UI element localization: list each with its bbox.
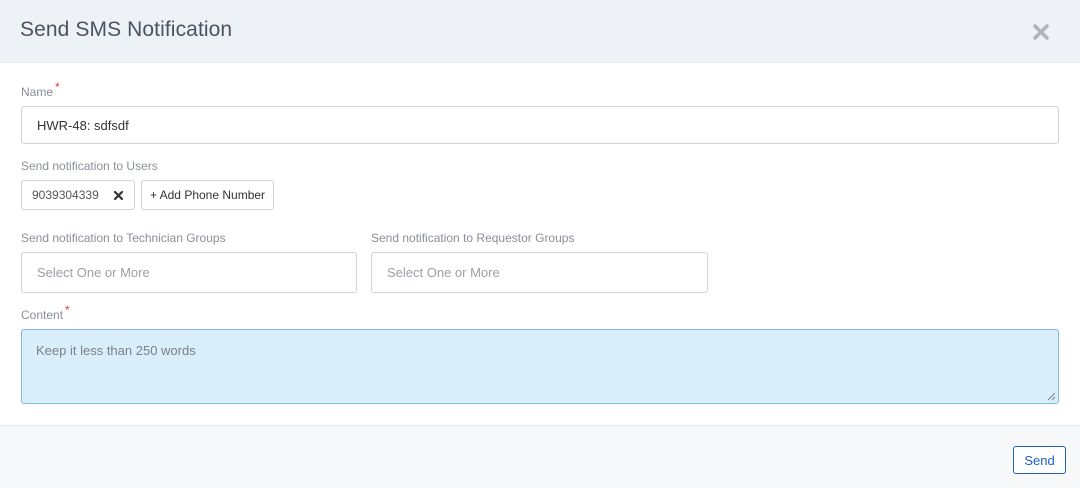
required-marker: * bbox=[55, 80, 60, 94]
resize-grip-icon[interactable] bbox=[1047, 392, 1056, 401]
name-label: Name * bbox=[21, 80, 60, 99]
technician-groups-select[interactable]: Select One or More bbox=[21, 252, 357, 293]
requestor-groups-select[interactable]: Select One or More bbox=[371, 252, 708, 293]
modal-header: Send SMS Notification bbox=[0, 0, 1080, 63]
phone-chip-text: 9039304339 bbox=[32, 188, 99, 202]
add-phone-number-button[interactable]: + Add Phone Number bbox=[141, 180, 274, 210]
requestor-groups-label: Send notification to Requestor Groups bbox=[371, 231, 575, 245]
remove-chip-icon[interactable] bbox=[113, 190, 124, 201]
send-button[interactable]: Send bbox=[1013, 446, 1066, 474]
name-label-text: Name bbox=[21, 85, 54, 99]
technician-groups-label: Send notification to Technician Groups bbox=[21, 231, 226, 245]
close-icon[interactable] bbox=[1030, 21, 1052, 43]
modal-footer: Send bbox=[0, 425, 1080, 488]
phone-chip: 9039304339 bbox=[21, 180, 135, 210]
required-marker: * bbox=[65, 303, 70, 317]
sms-notification-modal: Send SMS Notification Name * HWR-48: sdfs… bbox=[0, 0, 1080, 488]
content-label-text: Content bbox=[21, 308, 64, 322]
users-label: Send notification to Users bbox=[21, 159, 158, 173]
modal-title: Send SMS Notification bbox=[20, 18, 233, 41]
content-placeholder: Keep it less than 250 words bbox=[36, 343, 196, 358]
content-label: Content * bbox=[21, 303, 70, 322]
name-input[interactable]: HWR-48: sdfsdf bbox=[21, 106, 1059, 144]
content-textarea[interactable]: Keep it less than 250 words bbox=[21, 329, 1059, 404]
